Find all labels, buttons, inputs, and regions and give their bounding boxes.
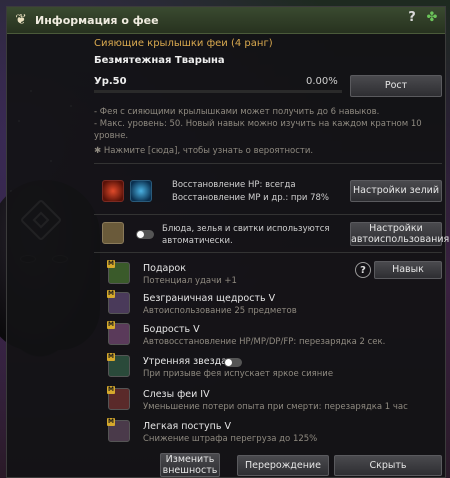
fairy-name: Безмятежная Тварына	[94, 55, 225, 66]
skill-title: Слезы феи IV	[143, 389, 210, 400]
light-step-icon: M	[107, 418, 130, 442]
potion-settings-button[interactable]: Настройки зелий	[350, 180, 442, 202]
morning-star-icon: M	[107, 353, 130, 377]
skill-title: Бодрость V	[143, 324, 200, 335]
rebirth-button[interactable]: Перерождение	[237, 455, 329, 476]
note-line-1: - Фея с сияющими крылышками может получи…	[94, 107, 380, 117]
skills-help-icon[interactable]: ?	[355, 262, 371, 278]
vigor-icon: M	[107, 321, 130, 345]
fairy-tears-icon: M	[107, 386, 130, 410]
mp-potion-icon	[130, 180, 152, 202]
grow-button[interactable]: Рост	[350, 75, 442, 97]
fairy-title: Сияющие крылышки феи (4 ранг)	[94, 38, 273, 49]
autouse-settings-button[interactable]: Настройки автоиспользования	[350, 222, 449, 246]
skill-title: Легкая поступь V	[143, 421, 232, 432]
probability-hint: ✱ Нажмите [сюда], чтобы узнать о вероятн…	[94, 146, 314, 156]
skill-desc: При призыве фея испускает яркое сияние	[143, 369, 334, 379]
change-look-button[interactable]: Изменить внешность	[160, 453, 220, 477]
skill-desc: Потенциал удачи +1	[143, 276, 237, 286]
skill-desc: Автоиспользование 25 предметов	[143, 306, 297, 316]
here-link[interactable]: [сюда]	[148, 146, 178, 156]
hp-recovery-text: Восстановление HP: всегда	[172, 180, 296, 190]
morning-star-toggle[interactable]	[224, 358, 242, 367]
butterfly-icon: ❦	[15, 12, 27, 28]
clover-icon: M	[107, 260, 130, 284]
skill-desc: Автовосстановление HP/MP/DP/FP: перезаря…	[143, 337, 386, 347]
autouse-scroll-icon	[102, 222, 124, 244]
skill-title: Безграничная щедрость V	[143, 293, 276, 304]
autouse-text: Блюда, зелья и свитки используются автом…	[162, 224, 330, 246]
skill-button[interactable]: Навык	[374, 261, 442, 279]
note-line-2: - Макс. уровень: 50. Новый навык можно и…	[94, 119, 422, 141]
fairy-level: Ур.50	[94, 76, 127, 87]
skill-desc: Уменьшение потери опыта при смерти: пере…	[143, 402, 408, 412]
clover-icon[interactable]: ✤	[425, 11, 439, 25]
autouse-toggle[interactable]	[136, 230, 154, 239]
exp-bar	[94, 90, 342, 93]
fairy-generosity-icon: M	[107, 290, 130, 314]
title-bar[interactable]: ❦ Информация о фее ? ✤	[7, 7, 445, 34]
skill-title: Подарок	[143, 263, 186, 274]
mp-recovery-text: Восстановление MP и др.: при 78%	[172, 193, 329, 203]
fairy-notes: - Фея с сияющими крылышками может получи…	[94, 106, 442, 142]
skill-desc: Снижение штрафа перегруза до 125%	[143, 434, 318, 444]
window-title: Информация о фее	[35, 13, 159, 27]
hp-potion-icon	[102, 180, 124, 202]
hide-button[interactable]: Скрыть	[334, 455, 442, 476]
help-icon[interactable]: ?	[405, 11, 419, 25]
skill-title: Утренняя звезда	[143, 356, 228, 367]
exp-percent: 0.00%	[306, 76, 338, 87]
